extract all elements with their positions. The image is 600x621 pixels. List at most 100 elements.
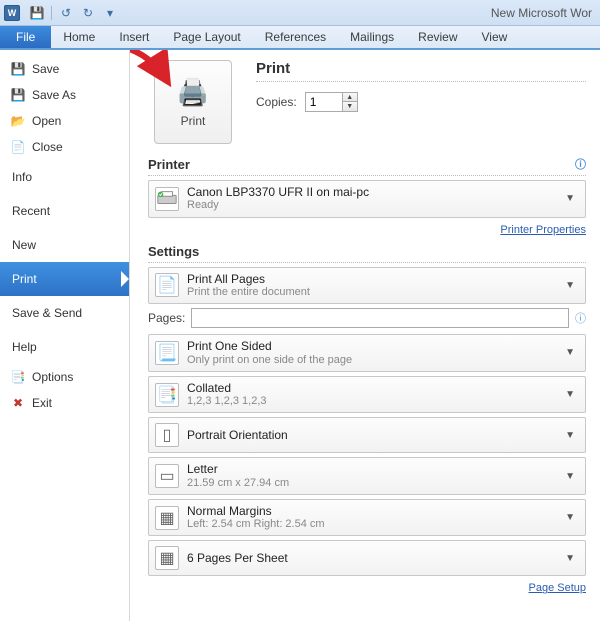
one-sided-icon: 📃 (155, 341, 179, 365)
printer-name: Canon LBP3370 UFR II on mai-pc (187, 185, 561, 199)
tab-page-layout[interactable]: Page Layout (161, 26, 252, 48)
paper-sub: 21.59 cm x 27.94 cm (187, 477, 561, 490)
chevron-down-icon: ▼ (561, 193, 579, 204)
tab-references[interactable]: References (253, 26, 338, 48)
collated-icon: 📑 (155, 383, 179, 407)
sided-sub: Only print on one side of the page (187, 354, 561, 367)
setting-collated[interactable]: 📑 Collated 1,2,3 1,2,3 1,2,3 ▼ (148, 376, 586, 414)
print-heading: Print (256, 60, 586, 82)
tab-insert[interactable]: Insert (107, 26, 161, 48)
chevron-down-icon: ▼ (561, 512, 579, 523)
chevron-down-icon: ▼ (561, 389, 579, 400)
tab-view[interactable]: View (470, 26, 520, 48)
options-icon: 📑 (10, 369, 26, 385)
sidebar-save-send[interactable]: Save & Send (0, 296, 129, 330)
window-title: New Microsoft Wor (491, 6, 596, 20)
margins-icon: ▦ (155, 506, 179, 530)
setting-print-range[interactable]: 📄 Print All Pages Print the entire docum… (148, 267, 586, 305)
chevron-down-icon: ▼ (561, 471, 579, 482)
info-icon[interactable]: ⓘ (575, 310, 586, 326)
tab-home[interactable]: Home (51, 26, 107, 48)
collated-sub: 1,2,3 1,2,3 1,2,3 (187, 395, 561, 408)
qat-redo-icon[interactable]: ↻ (79, 4, 97, 22)
printer-status: Ready (187, 199, 561, 212)
info-icon[interactable]: ⓘ (575, 156, 586, 172)
tab-file[interactable]: File (0, 26, 51, 48)
sidebar-label: Close (32, 140, 63, 154)
copies-spinner[interactable]: ▲ ▼ (305, 92, 358, 112)
tab-review[interactable]: Review (406, 26, 469, 48)
pages-label: Pages: (148, 311, 185, 325)
printer-selector[interactable]: Canon LBP3370 UFR II on mai-pc Ready ▼ (148, 180, 586, 218)
pages-icon: 📄 (155, 273, 179, 297)
printer-section-heading: Printer ⓘ (148, 156, 586, 176)
printer-status-icon (155, 187, 179, 211)
pages-input[interactable] (191, 308, 569, 328)
ribbon-tabs: File Home Insert Page Layout References … (0, 26, 600, 50)
paper-icon: ▭ (155, 464, 179, 488)
setting-orientation[interactable]: ▯ Portrait Orientation ▼ (148, 417, 586, 453)
printer-properties-link[interactable]: Printer Properties (500, 224, 586, 236)
sidebar-exit[interactable]: ✖ Exit (0, 390, 129, 416)
backstage-sidebar: 💾 Save 💾 Save As 📂 Open 📄 Close Info Rec… (0, 50, 130, 621)
pages-per-sheet-icon: ▦ (155, 546, 179, 570)
margins-title: Normal Margins (187, 504, 561, 518)
sidebar-save[interactable]: 💾 Save (0, 56, 129, 82)
sidebar-label: Save (32, 62, 59, 76)
qat-separator (51, 6, 52, 20)
sidebar-options[interactable]: 📑 Options (0, 364, 129, 390)
chevron-down-icon: ▼ (561, 553, 579, 564)
chevron-down-icon: ▼ (561, 347, 579, 358)
page-setup-link[interactable]: Page Setup (529, 582, 587, 594)
qat-save-icon[interactable]: 💾 (28, 4, 46, 22)
setting-paper-size[interactable]: ▭ Letter 21.59 cm x 27.94 cm ▼ (148, 457, 586, 495)
save-as-icon: 💾 (10, 87, 26, 103)
chevron-down-icon: ▼ (561, 430, 579, 441)
word-app-icon: W (4, 5, 20, 21)
sidebar-label: Save As (32, 88, 76, 102)
sidebar-recent[interactable]: Recent (0, 194, 129, 228)
print-range-title: Print All Pages (187, 272, 561, 286)
printer-icon: 🖨️ (177, 77, 209, 108)
collated-title: Collated (187, 381, 561, 395)
sidebar-save-as[interactable]: 💾 Save As (0, 82, 129, 108)
sidebar-label: Options (32, 370, 73, 384)
print-button[interactable]: 🖨️ Print (154, 60, 232, 144)
printer-heading-text: Printer (148, 157, 190, 172)
print-button-label: Print (181, 114, 206, 128)
sidebar-close[interactable]: 📄 Close (0, 134, 129, 160)
exit-icon: ✖ (10, 395, 26, 411)
sidebar-label: Exit (32, 396, 52, 410)
settings-section-heading: Settings (148, 244, 586, 263)
title-bar: W 💾 ↺ ↻ ▾ New Microsoft Wor (0, 0, 600, 26)
copies-label: Copies: (256, 95, 297, 109)
sidebar-open[interactable]: 📂 Open (0, 108, 129, 134)
open-icon: 📂 (10, 113, 26, 129)
copies-up[interactable]: ▲ (343, 93, 357, 102)
setting-margins[interactable]: ▦ Normal Margins Left: 2.54 cm Right: 2.… (148, 499, 586, 537)
print-range-sub: Print the entire document (187, 286, 561, 299)
tab-mailings[interactable]: Mailings (338, 26, 406, 48)
close-icon: 📄 (10, 139, 26, 155)
paper-title: Letter (187, 462, 561, 476)
sidebar-new[interactable]: New (0, 228, 129, 262)
print-backstage-content: 🖨️ Print Print Copies: ▲ ▼ (130, 50, 600, 621)
sided-title: Print One Sided (187, 339, 561, 353)
persheet-title: 6 Pages Per Sheet (187, 551, 561, 565)
qat-customize-icon[interactable]: ▾ (101, 4, 119, 22)
chevron-down-icon: ▼ (561, 280, 579, 291)
settings-heading-text: Settings (148, 244, 199, 259)
setting-pages-per-sheet[interactable]: ▦ 6 Pages Per Sheet ▼ (148, 540, 586, 576)
sidebar-info[interactable]: Info (0, 160, 129, 194)
copies-down[interactable]: ▼ (343, 102, 357, 111)
qat-undo-icon[interactable]: ↺ (57, 4, 75, 22)
margins-sub: Left: 2.54 cm Right: 2.54 cm (187, 518, 561, 531)
save-icon: 💾 (10, 61, 26, 77)
copies-input[interactable] (306, 95, 342, 109)
sidebar-print[interactable]: Print (0, 262, 129, 296)
setting-sided[interactable]: 📃 Print One Sided Only print on one side… (148, 334, 586, 372)
sidebar-label: Open (32, 114, 61, 128)
sidebar-help[interactable]: Help (0, 330, 129, 364)
orientation-title: Portrait Orientation (187, 428, 561, 442)
portrait-icon: ▯ (155, 423, 179, 447)
